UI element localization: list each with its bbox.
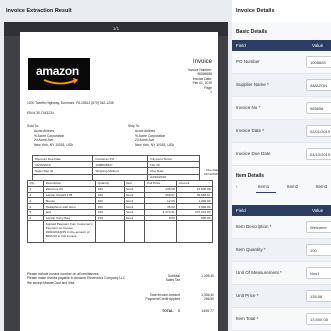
invoice-details-panel: Invoice Details Basic Details Field Valu… [232, 0, 331, 331]
extraction-result-panel: Invoice Extraction Result 1/1 amazon Inv… [0, 0, 228, 331]
unit-price-input[interactable]: 135.08 [306, 290, 331, 302]
active-tab-indicator [256, 192, 276, 193]
invoice-date-input[interactable]: 02/01/2019 [306, 125, 331, 137]
app-root: Invoice Extraction Result 1/1 amazon Inv… [0, 0, 331, 331]
field-label: Unit Of Measurement * [236, 270, 282, 275]
ein-number: EIN # 30-7443234 [27, 111, 54, 115]
note-line: We accept MasterCard and Visa [27, 280, 75, 285]
ship-to-block: Ship To: Acme Airlines % Acme Corporatio… [128, 124, 174, 147]
item-description-input[interactable]: Welcome [306, 221, 331, 233]
logo-text: amazon [36, 64, 79, 78]
field-label: Item Description * [236, 224, 272, 229]
invoice-due-date-input[interactable]: 04/10/2019 [306, 148, 331, 160]
subtotal-labels: Subtotal Sales Tax [140, 274, 180, 283]
invoice-notes: Please include invoice number on all rem… [27, 272, 125, 285]
table-cell [123, 220, 146, 244]
payment-value: 266.50 [203, 297, 214, 302]
grand-total-label: TOTAL [162, 309, 174, 313]
detail-row-supplier-name: Supplier Name * AMAZON [232, 74, 331, 97]
table-row: Applied Payment from Customer's Payment … [26, 220, 213, 244]
field-column-header: Field [236, 43, 246, 48]
detail-row-po-number: PO Number 1008828 [232, 51, 331, 74]
tab-item2[interactable]: Item2 [287, 184, 298, 189]
field-label: Item Quantity * [236, 247, 266, 252]
table-cell [26, 220, 45, 244]
item-row-unit: Unit Of Measurement * Nos1 [232, 262, 331, 285]
field-label: Invoice Date * [236, 128, 265, 133]
ship-to-line: New York, NY 10018, USA [135, 142, 174, 147]
item-quantity-input[interactable]: 100 [306, 244, 331, 256]
grand-total-currency: $ [178, 309, 180, 313]
chevron-left-icon[interactable]: ‹ [236, 184, 238, 189]
value-column-header: Value [312, 43, 324, 48]
field-label: Invoice Due Date [236, 151, 271, 156]
table-cell [144, 220, 178, 244]
detail-row-invoice-no: Invoice No * 565656 [232, 97, 331, 120]
sold-to-block: Sold To: Acme Airlines % Acme Corporatio… [27, 124, 73, 147]
item-details-header: Field Value [232, 205, 331, 216]
grand-total-value: 1405.77 [201, 309, 214, 313]
sold-to-label: Sold To: [27, 124, 39, 128]
sold-to-line: New York, NY 10018, USA [34, 142, 73, 147]
detail-row-invoice-date: Invoice Date * 02/01/2019 [232, 120, 331, 143]
seller-address: 1200 Twelfth Highway, Dunmore, PA 18512 … [27, 101, 114, 105]
invoice-header: Invoice Invoice Number: 56565656 Invoice… [188, 59, 212, 94]
detail-row-invoice-due-date: Invoice Due Date 04/10/2019 [232, 143, 331, 166]
supplier-name-input[interactable]: AMAZON [306, 79, 331, 91]
item-row-total: Item Total * 13,500.08 [232, 308, 331, 331]
amazon-logo: amazon [28, 58, 90, 90]
due-date-column: Due Date 04/10/2019 [204, 168, 220, 176]
field-label: PO Number [236, 59, 260, 64]
table-cell [176, 220, 213, 244]
sales-tax-label: Sales Tax [165, 278, 180, 283]
field-label: Supplier Name * [236, 82, 269, 87]
basic-details-header: Field Value [232, 40, 331, 51]
basic-details-title: Basic Details [236, 29, 268, 35]
ship-to-label: Ship To: [128, 124, 140, 128]
tab-item1[interactable]: Item1 [258, 184, 269, 189]
item-tabs: ‹ Item1 Item2 Item3 [232, 181, 331, 193]
value-column-header: Value [312, 208, 324, 213]
page-number: 1 [210, 90, 212, 95]
tab-item3[interactable]: Item3 [316, 184, 327, 189]
payment-label: Payment/Credit Applied [145, 297, 180, 302]
total-labels: Total Invoice Amount Payment/Credit Appl… [132, 293, 180, 302]
line-items-table: Qty Description Quantity Item Unit Price… [26, 180, 213, 244]
details-container: Basic Details Field Value PO Number 1008… [232, 22, 331, 331]
field-label: Item Total * [236, 316, 259, 321]
invoice-title: Invoice [192, 59, 212, 65]
field-label: Unit Price * [236, 293, 259, 298]
smile-arrow-icon [43, 78, 79, 85]
invoice-no-input[interactable]: 565656 [306, 102, 331, 114]
unit-of-measurement-input[interactable]: Nos1 [306, 267, 331, 279]
po-number-input[interactable]: 1008828 [306, 56, 331, 68]
invoice-info-table: Discount Due Date Customer PO Payment Te… [31, 154, 200, 181]
subtotal-value: 1,306.40 [201, 274, 214, 278]
subtotal-values: 1,306.40 [186, 274, 214, 278]
field-label: Invoice No * [236, 105, 261, 110]
field-column-header: Field [236, 208, 246, 213]
panel-title: Invoice Details [236, 8, 275, 14]
table-cell [95, 220, 125, 244]
item-total-input[interactable]: 13,500.08 [306, 313, 331, 325]
item-row-description: Item Description * Welcome [232, 216, 331, 239]
item-details-title: Item Details [236, 173, 265, 179]
panel-title: Invoice Extraction Result [6, 8, 72, 14]
total-values: 1,306.40 266.50 [186, 293, 214, 302]
item-note: Applied Payment from Customer's Payment … [43, 220, 97, 244]
item-row-quantity: Item Quantity * 100 [232, 239, 331, 262]
item-row-unit-price: Unit Price * 135.08 [232, 285, 331, 308]
invoice-document: amazon Invoice Invoice Number: 56565656 … [20, 32, 220, 331]
due-date-value: 04/10/2019 [204, 171, 220, 176]
